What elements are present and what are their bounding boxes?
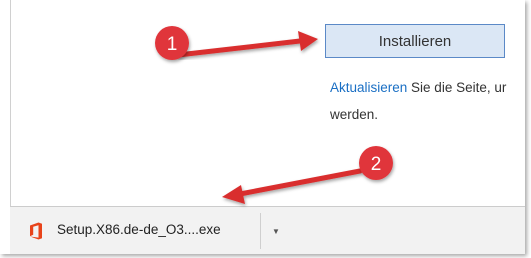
- install-button-label: Installieren: [378, 32, 452, 50]
- download-separator: [260, 213, 261, 249]
- browser-window: Installieren Aktualisieren Sie die Seite…: [0, 0, 525, 254]
- second-text-line: werden.: [330, 107, 379, 122]
- download-file-name: Setup.X86.de-de_O3....exe: [57, 222, 221, 237]
- download-item[interactable]: Setup.X86.de-de_O3....exe: [10, 207, 260, 254]
- update-text-rest: Sie die Seite, ur: [407, 80, 507, 95]
- chevron-down-icon[interactable]: ▼: [268, 223, 284, 239]
- office-icon: [30, 222, 42, 240]
- download-bar: Setup.X86.de-de_O3....exe ▼: [10, 206, 525, 254]
- install-button[interactable]: Installieren: [325, 24, 505, 58]
- left-edge-panel: [0, 0, 11, 206]
- update-text-line: Aktualisieren Sie die Seite, ur: [330, 80, 506, 95]
- update-link[interactable]: Aktualisieren: [330, 80, 407, 95]
